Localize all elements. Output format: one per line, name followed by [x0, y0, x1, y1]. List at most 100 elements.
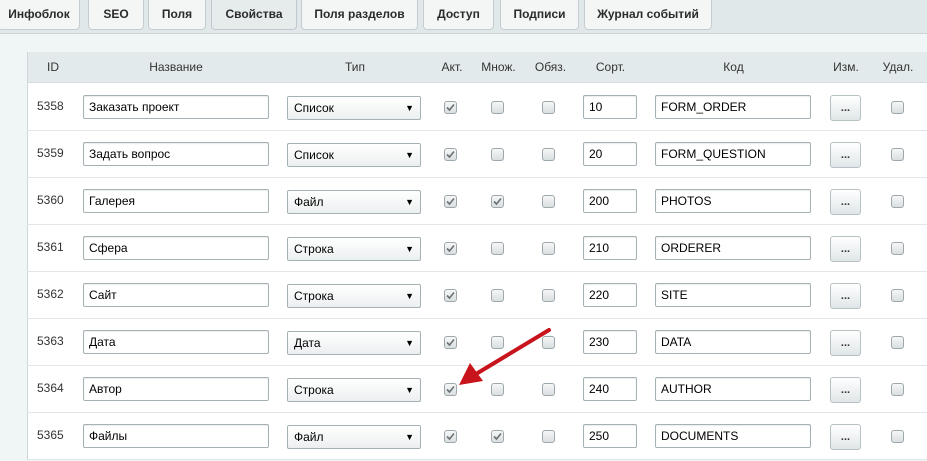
sort-input[interactable]: 230 — [583, 330, 637, 354]
delete-checkbox[interactable] — [891, 148, 904, 161]
type-select[interactable]: Файл ▼ — [287, 425, 421, 449]
code-input[interactable]: AUTHOR — [655, 377, 811, 401]
edit-button[interactable]: ... — [830, 377, 861, 403]
required-checkbox[interactable] — [542, 101, 555, 114]
sort-input[interactable]: 220 — [583, 283, 637, 307]
header-edit: Изм. — [833, 60, 859, 74]
edit-button[interactable]: ... — [830, 424, 861, 450]
multiple-checkbox[interactable] — [491, 195, 504, 208]
required-checkbox[interactable] — [542, 289, 555, 302]
dropdown-arrow-icon: ▼ — [405, 197, 414, 207]
tab-infoblock[interactable]: Инфоблок — [0, 0, 80, 30]
required-checkbox[interactable] — [542, 336, 555, 349]
code-input[interactable]: ORDERER — [655, 236, 811, 260]
header-id: ID — [47, 60, 59, 74]
type-select[interactable]: Строка ▼ — [287, 284, 421, 308]
dropdown-arrow-icon: ▼ — [405, 385, 414, 395]
name-input[interactable]: Галерея — [83, 189, 269, 213]
type-select-value: Файл — [294, 195, 324, 209]
active-checkbox[interactable] — [444, 383, 457, 396]
code-input[interactable]: DOCUMENTS — [655, 424, 811, 448]
sort-input[interactable]: 10 — [583, 95, 637, 119]
required-checkbox[interactable] — [542, 383, 555, 396]
header-sort: Сорт. — [595, 60, 626, 74]
active-checkbox[interactable] — [444, 289, 457, 302]
multiple-checkbox[interactable] — [491, 430, 504, 443]
multiple-checkbox[interactable] — [491, 242, 504, 255]
active-checkbox[interactable] — [444, 148, 457, 161]
edit-button[interactable]: ... — [830, 330, 861, 356]
code-input[interactable]: PHOTOS — [655, 189, 811, 213]
name-input[interactable]: Дата — [83, 330, 269, 354]
required-checkbox[interactable] — [542, 430, 555, 443]
tab-seo[interactable]: SEO — [88, 0, 144, 30]
edit-button[interactable]: ... — [830, 95, 861, 121]
active-checkbox[interactable] — [444, 195, 457, 208]
multiple-checkbox[interactable] — [491, 289, 504, 302]
type-select[interactable]: Строка ▼ — [287, 378, 421, 402]
tab-fields[interactable]: Поля — [148, 0, 206, 30]
table-row: 5363 Дата Дата ▼ 230 DATA... — [27, 318, 927, 366]
type-select-value: Строка — [294, 383, 334, 397]
multiple-checkbox[interactable] — [491, 383, 504, 396]
type-select[interactable]: Файл ▼ — [287, 190, 421, 214]
table-row: 5359 Задать вопрос Список ▼ 20 FORM_QUESTION.… — [27, 130, 927, 178]
code-input[interactable]: FORM_QUESTION — [655, 142, 811, 166]
row-id: 5362 — [37, 287, 64, 301]
type-select[interactable]: Дата ▼ — [287, 331, 421, 355]
active-checkbox[interactable] — [444, 242, 457, 255]
header-multiple: Множ. — [481, 60, 516, 74]
table-row: 5361 Сфера Строка ▼ 210 ORDERER... — [27, 224, 927, 272]
active-checkbox[interactable] — [444, 430, 457, 443]
code-input[interactable]: DATA — [655, 330, 811, 354]
tab-properties[interactable]: Свойства — [211, 0, 297, 30]
sort-input[interactable]: 20 — [583, 142, 637, 166]
delete-checkbox[interactable] — [891, 195, 904, 208]
name-input[interactable]: Сфера — [83, 236, 269, 260]
tab-access[interactable]: Доступ — [423, 0, 494, 30]
tab-captions[interactable]: Подписи — [500, 0, 579, 30]
name-input[interactable]: Файлы — [83, 424, 269, 448]
row-id: 5359 — [37, 146, 64, 160]
edit-button[interactable]: ... — [830, 236, 861, 262]
dropdown-arrow-icon: ▼ — [405, 103, 414, 113]
type-select[interactable]: Строка ▼ — [287, 237, 421, 261]
delete-checkbox[interactable] — [891, 289, 904, 302]
edit-button[interactable]: ... — [830, 142, 861, 168]
multiple-checkbox[interactable] — [491, 101, 504, 114]
delete-checkbox[interactable] — [891, 242, 904, 255]
delete-checkbox[interactable] — [891, 430, 904, 443]
delete-checkbox[interactable] — [891, 336, 904, 349]
required-checkbox[interactable] — [542, 148, 555, 161]
dropdown-arrow-icon: ▼ — [405, 338, 414, 348]
multiple-checkbox[interactable] — [491, 148, 504, 161]
tab-section-fields[interactable]: Поля разделов — [301, 0, 418, 30]
required-checkbox[interactable] — [542, 195, 555, 208]
sort-input[interactable]: 240 — [583, 377, 637, 401]
edit-button[interactable]: ... — [830, 283, 861, 309]
type-select[interactable]: Список ▼ — [287, 96, 421, 120]
type-select[interactable]: Список ▼ — [287, 143, 421, 167]
multiple-checkbox[interactable] — [491, 336, 504, 349]
name-input[interactable]: Задать вопрос — [83, 142, 269, 166]
active-checkbox[interactable] — [444, 101, 457, 114]
required-checkbox[interactable] — [542, 242, 555, 255]
sort-input[interactable]: 250 — [583, 424, 637, 448]
type-select-value: Файл — [294, 430, 324, 444]
delete-checkbox[interactable] — [891, 383, 904, 396]
sort-input[interactable]: 210 — [583, 236, 637, 260]
name-input[interactable]: Автор — [83, 377, 269, 401]
header-type: Тип — [344, 60, 365, 74]
edit-button[interactable]: ... — [830, 189, 861, 215]
name-input[interactable]: Сайт — [83, 283, 269, 307]
delete-checkbox[interactable] — [891, 101, 904, 114]
dropdown-arrow-icon: ▼ — [405, 432, 414, 442]
tab-event-log[interactable]: Журнал событий — [584, 0, 712, 30]
code-input[interactable]: FORM_ORDER — [655, 95, 811, 119]
dropdown-arrow-icon: ▼ — [405, 150, 414, 160]
name-input[interactable]: Заказать проект — [83, 95, 269, 119]
code-input[interactable]: SITE — [655, 283, 811, 307]
sort-input[interactable]: 200 — [583, 189, 637, 213]
active-checkbox[interactable] — [444, 336, 457, 349]
type-select-value: Список — [294, 101, 334, 115]
